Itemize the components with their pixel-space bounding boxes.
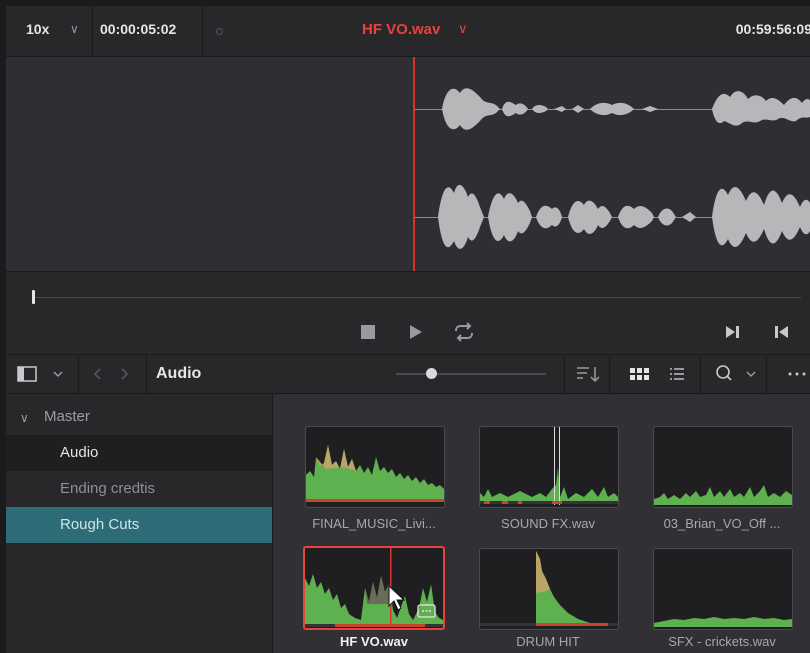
audio-waveform (415, 88, 810, 249)
bin-audio[interactable]: Audio (6, 435, 272, 471)
clip-name: 03_Brian_VO_Off ... (663, 516, 781, 531)
waveform-viewer[interactable] (6, 57, 810, 272)
clip-thumbnail-drum-hit[interactable] (479, 548, 619, 630)
clip-name: SOUND FX.wav (501, 516, 595, 531)
clip-thumbnail-crickets[interactable] (653, 548, 793, 630)
sidebar-toggle-icon (17, 366, 63, 382)
timecode-in-value: 00:00:05:02 (100, 21, 177, 37)
bin-ending-credits[interactable]: Ending credtis (6, 471, 272, 507)
scrub-bar[interactable] (33, 297, 801, 298)
search-icon (716, 365, 756, 381)
sort-icon (577, 367, 600, 383)
audio-viewer-panel: 10x ∨ 00:00:05:02 HF VO.wav ∨ 00:59:56:0… (6, 6, 810, 653)
nav-arrows[interactable] (78, 355, 147, 393)
play-icon (410, 325, 422, 339)
clip-name: DRUM HIT (516, 634, 580, 649)
panel-toggle[interactable] (6, 355, 79, 393)
waveform-thumbnail (306, 445, 444, 502)
sort-button[interactable] (564, 355, 610, 393)
chevron-down-icon: ∨ (70, 22, 79, 36)
waveform-thumbnail (480, 551, 618, 626)
waveform-thumbnail (654, 485, 792, 505)
transport-area (6, 272, 810, 355)
waveform-thumbnail (480, 427, 618, 505)
bin-rough-cuts[interactable]: Rough Cuts (6, 507, 272, 543)
playhead[interactable] (413, 57, 415, 271)
timecode-in[interactable]: 00:00:05:02 (92, 6, 203, 56)
thumbnail-size-slider[interactable] (396, 373, 546, 375)
stop-button[interactable] (358, 322, 378, 342)
next-clip-button[interactable] (722, 322, 742, 342)
media-pool-toolbar: Audio (6, 355, 810, 394)
viewer-header: 10x ∨ 00:00:05:02 HF VO.wav ∨ 00:59:56:0… (6, 6, 810, 57)
clip-grid: FINAL_MUSIC_Livi... SOUND FX.wav 03_Bria… (273, 394, 810, 653)
waveform-thumbnail (654, 617, 792, 627)
chevron-down-icon[interactable]: ∨ (458, 21, 468, 37)
bin-label: Ending credtis (60, 480, 156, 497)
skip-back-icon (775, 326, 788, 338)
prev-clip-button[interactable] (772, 322, 792, 342)
status-dot-icon (216, 28, 223, 35)
bin-label: Audio (60, 444, 99, 461)
stop-icon (361, 325, 375, 339)
clip-thumbnail-final-music[interactable] (305, 426, 445, 508)
more-icon (788, 372, 806, 376)
more-options-button[interactable] (766, 355, 810, 393)
back-forward-icon (93, 368, 129, 380)
waveform-thumbnail (305, 548, 443, 627)
skip-forward-icon (726, 326, 739, 338)
bin-master[interactable]: ∨ Master (6, 399, 272, 435)
timecode-out: 00:59:56:09 (735, 21, 810, 37)
search-button[interactable] (700, 355, 767, 393)
clip-name: HF VO.wav (340, 634, 408, 649)
zoom-dropdown[interactable]: 10x ∨ (6, 6, 93, 56)
slider-knob[interactable] (426, 368, 437, 379)
clip-thumbnail-hf-vo[interactable] (303, 546, 445, 630)
bin-list: ∨ Master Audio Ending credtis Rough Cuts (6, 394, 273, 653)
bin-label: Master (44, 408, 90, 425)
clip-thumbnail-brian-vo[interactable] (653, 426, 793, 508)
play-button[interactable] (406, 322, 426, 342)
zoom-value: 10x (26, 21, 50, 37)
bin-label: Rough Cuts (60, 516, 140, 533)
clip-thumbnail-sound-fx[interactable] (479, 426, 619, 508)
scrub-handle[interactable] (32, 290, 35, 304)
loop-button[interactable] (452, 322, 473, 342)
clip-name-dropdown[interactable]: HF VO.wav (362, 21, 440, 38)
clip-name: FINAL_MUSIC_Livi... (312, 516, 436, 531)
grid-view-icon (630, 368, 684, 380)
loop-icon (455, 322, 473, 342)
clip-name: SFX - crickets.wav (668, 634, 776, 649)
bin-title: Audio (156, 365, 202, 382)
view-mode-buttons[interactable] (608, 355, 701, 393)
chevron-down-icon: ∨ (20, 411, 29, 425)
